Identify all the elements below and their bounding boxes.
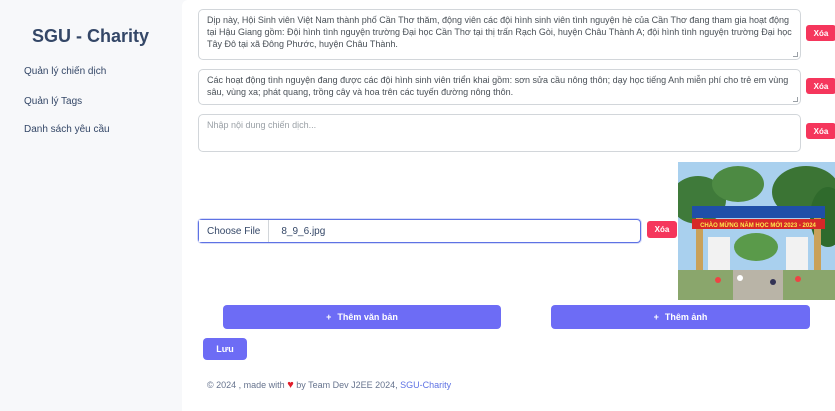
editor-panel: Dịp này, Hội Sinh viên Việt Nam thành ph… bbox=[182, 0, 835, 411]
footer-prefix: © 2024 , made with bbox=[207, 380, 285, 390]
add-image-label: Thêm ảnh bbox=[664, 312, 708, 322]
delete-block-1-button[interactable]: Xóa bbox=[806, 25, 835, 41]
textarea-content: Các hoạt động tình nguyện đang được các … bbox=[207, 75, 789, 97]
footer: © 2024 , made with ♥ by Team Dev J2EE 20… bbox=[207, 379, 451, 391]
sidebar-item-requests[interactable]: Danh sách yêu cầu bbox=[24, 124, 110, 135]
add-image-button[interactable]: + Thêm ảnh bbox=[551, 305, 810, 329]
sidebar-item-campaigns[interactable]: Quản lý chiến dịch bbox=[24, 66, 106, 77]
add-text-label: Thêm văn bản bbox=[337, 312, 398, 322]
resize-grip-icon[interactable] bbox=[793, 97, 798, 102]
content-textarea-2[interactable]: Các hoạt động tình nguyện đang được các … bbox=[198, 69, 801, 105]
uploaded-image: CHÀO MỪNG NĂM HỌC MỚI 2023 - 2024 bbox=[678, 162, 835, 300]
file-input[interactable]: Choose File 8_9_6.jpg bbox=[198, 219, 641, 243]
brand-logo[interactable]: SGU - Charity bbox=[32, 26, 149, 47]
save-button[interactable]: Lưu bbox=[203, 338, 247, 360]
school-photo: CHÀO MỪNG NĂM HỌC MỚI 2023 - 2024 bbox=[678, 162, 835, 300]
footer-link[interactable]: SGU-Charity bbox=[400, 380, 451, 390]
delete-block-3-button[interactable]: Xóa bbox=[806, 123, 835, 139]
delete-image-button[interactable]: Xóa bbox=[647, 221, 677, 238]
sidebar: SGU - Charity Quản lý chiến dịch Quản lý… bbox=[0, 0, 170, 411]
choose-file-button[interactable]: Choose File bbox=[199, 220, 270, 242]
textarea-content: Dịp này, Hội Sinh viên Việt Nam thành ph… bbox=[207, 15, 792, 49]
file-name: 8_9_6.jpg bbox=[281, 225, 326, 237]
sidebar-item-tags[interactable]: Quản lý Tags bbox=[24, 96, 82, 107]
plus-icon: + bbox=[653, 312, 659, 322]
footer-suffix: by Team Dev J2EE 2024, bbox=[296, 380, 398, 390]
resize-grip-icon[interactable] bbox=[793, 52, 798, 57]
content-textarea-3[interactable]: Nhập nội dung chiến dịch... bbox=[198, 114, 801, 152]
add-text-button[interactable]: + Thêm văn bản bbox=[223, 305, 501, 329]
plus-icon: + bbox=[326, 312, 332, 322]
photo-banner-text: CHÀO MỪNG NĂM HỌC MỚI 2023 - 2024 bbox=[700, 221, 816, 229]
delete-block-2-button[interactable]: Xóa bbox=[806, 78, 835, 94]
content-textarea-1[interactable]: Dịp này, Hội Sinh viên Việt Nam thành ph… bbox=[198, 9, 801, 60]
heart-icon: ♥ bbox=[287, 379, 294, 391]
textarea-placeholder: Nhập nội dung chiến dịch... bbox=[207, 120, 317, 130]
